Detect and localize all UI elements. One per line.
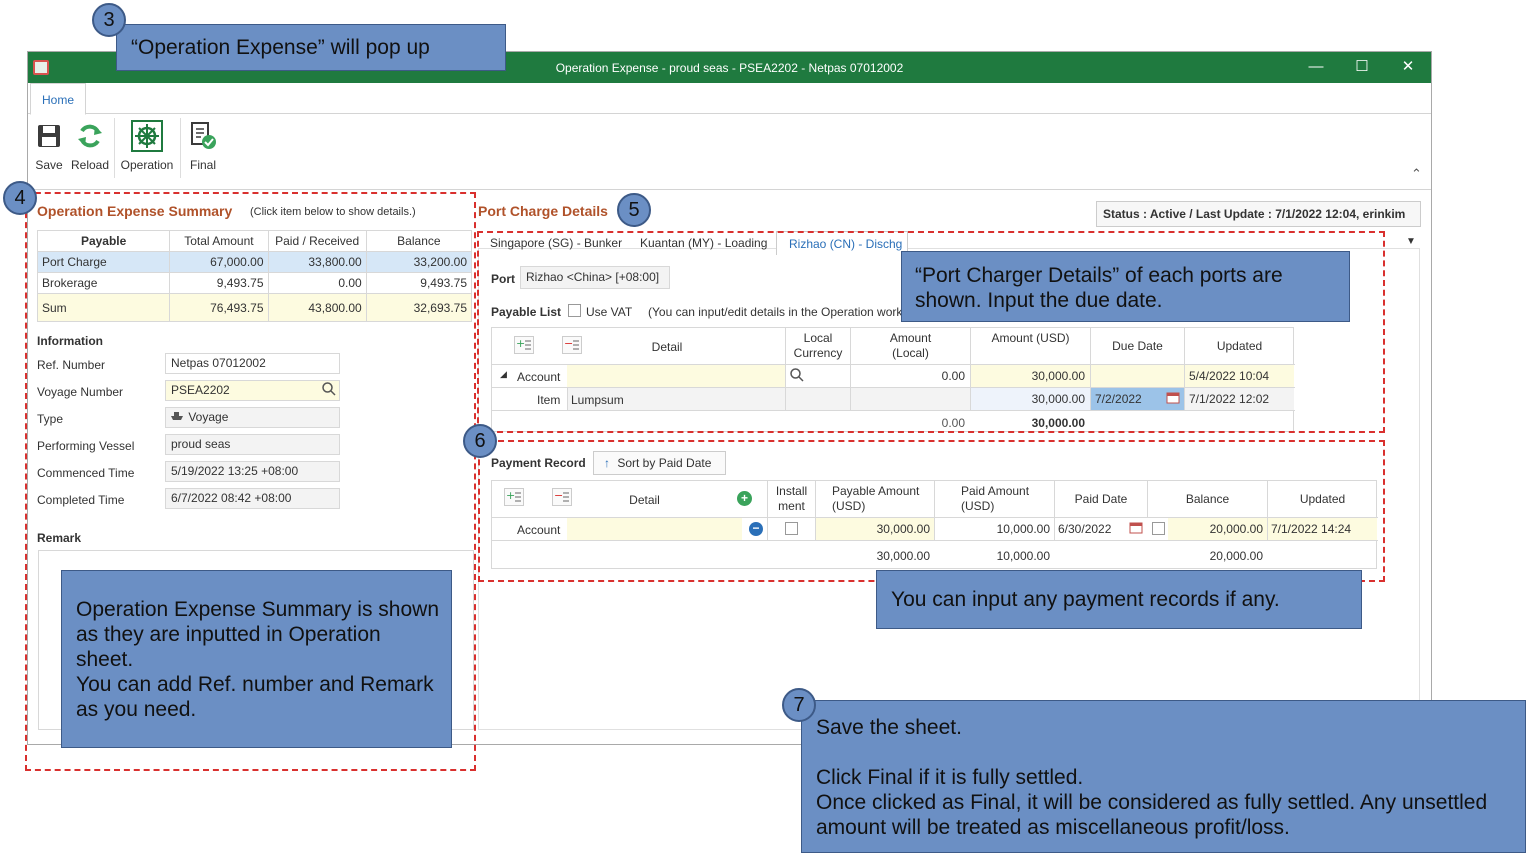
status-bar: Status : Active / Last Update : 7/1/2022… [1096, 201, 1421, 227]
minimize-button[interactable]: — [1301, 57, 1331, 77]
operation-button[interactable]: Operation [118, 118, 176, 178]
callout-3: “Operation Expense” will pop up [116, 24, 506, 71]
port-charge-title: Port Charge Details [478, 203, 608, 219]
callout-6: You can input any payment records if any… [876, 570, 1362, 629]
ribbon-collapse-icon[interactable]: ⌃ [1411, 166, 1422, 182]
step-badge-3: 3 [92, 3, 126, 37]
callout-4: Operation Expense Summary is shown as th… [61, 570, 452, 748]
save-label: Save [35, 158, 63, 172]
final-document-icon [189, 122, 217, 150]
save-icon [35, 122, 63, 150]
reload-icon [76, 122, 104, 150]
step-badge-7: 7 [782, 688, 816, 722]
tab-home[interactable]: Home [30, 83, 86, 115]
final-label: Final [189, 158, 216, 172]
ribbon-tabstrip: Home [28, 83, 1431, 115]
ribbon: Save Reload Operation Final ⌃ [28, 114, 1431, 190]
ribbon-separator [114, 118, 115, 178]
operation-label: Operation [120, 158, 174, 172]
step-badge-5: 5 [617, 193, 651, 227]
callout-7: Save the sheet. Click Final if it is ful… [801, 700, 1526, 853]
ribbon-separator [180, 118, 181, 178]
maximize-button[interactable]: ☐ [1347, 57, 1377, 77]
save-button[interactable]: Save [34, 118, 64, 178]
final-button[interactable]: Final [186, 118, 220, 178]
step-badge-6: 6 [463, 424, 497, 458]
close-button[interactable]: ✕ [1393, 57, 1423, 77]
reload-label: Reload [70, 158, 110, 172]
payment-highlight [478, 440, 1385, 582]
chevron-down-icon[interactable]: ▼ [1406, 236, 1416, 247]
reload-button[interactable]: Reload [70, 118, 110, 178]
step-badge-4: 4 [3, 181, 37, 215]
ship-wheel-icon [131, 120, 163, 152]
callout-5: “Port Charger Details” of each ports are… [901, 251, 1350, 322]
